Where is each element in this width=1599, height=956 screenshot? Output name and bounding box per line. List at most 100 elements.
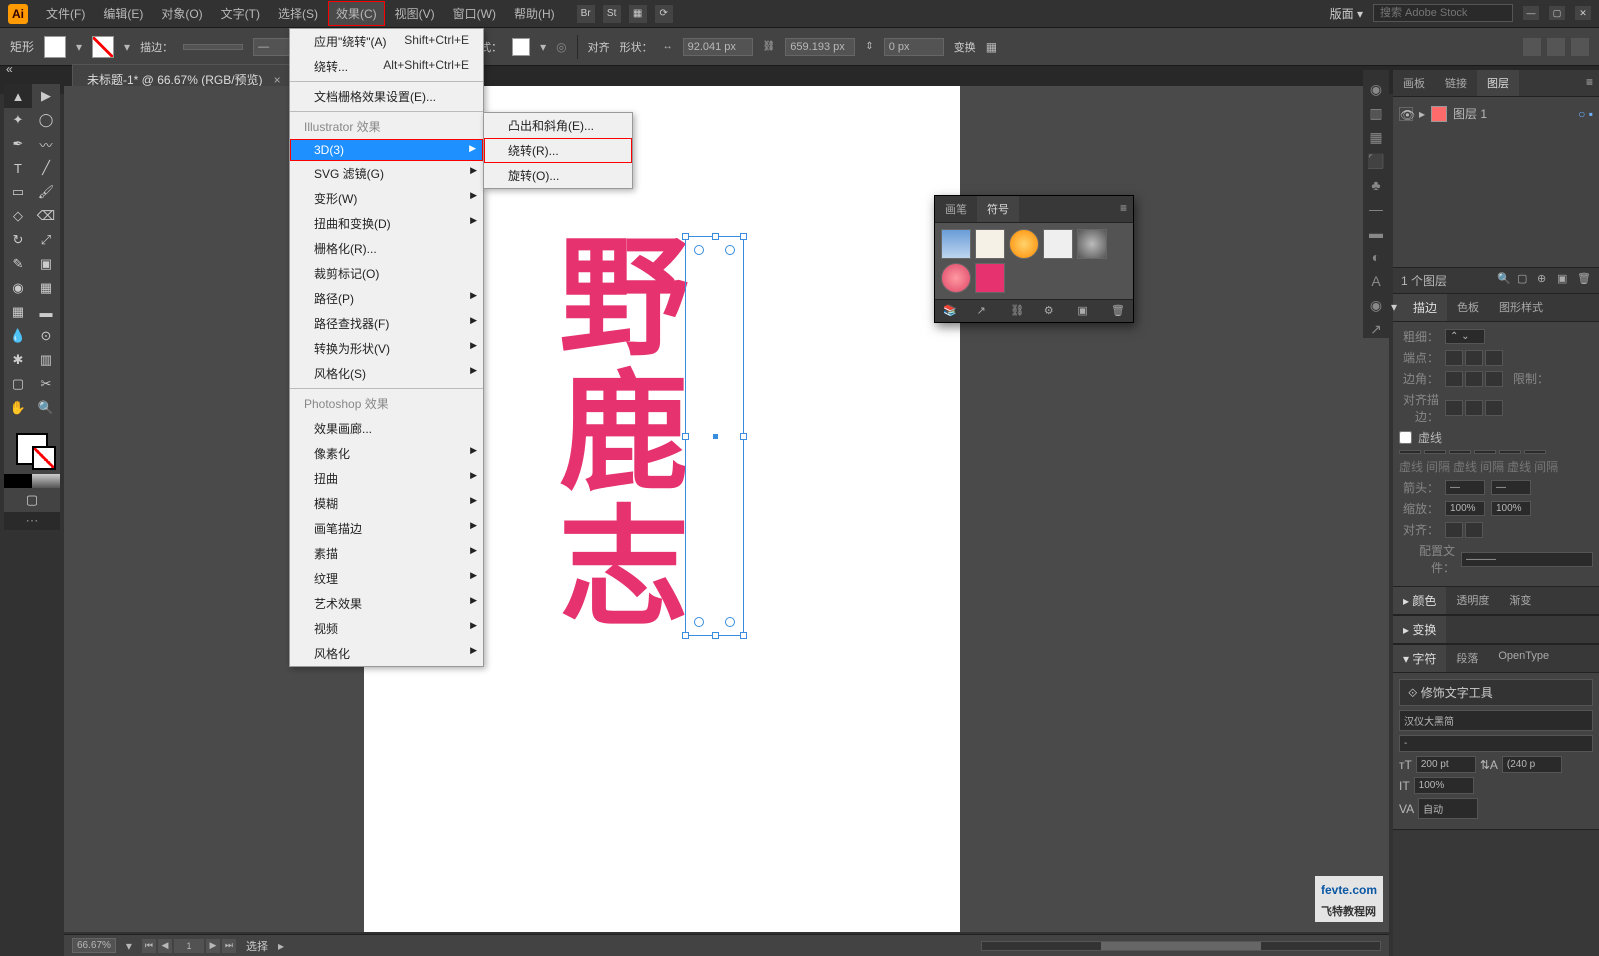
transparency-tab[interactable]: 透明度 [1446,587,1499,614]
zoom-level-dropdown[interactable]: 66.67% [72,938,116,953]
fill-stroke-swatches[interactable] [4,424,60,474]
menuitem-effect-gallery[interactable]: 效果画廊... [290,416,483,441]
font-style-dropdown[interactable]: - [1399,735,1593,752]
handle-bottom-center[interactable] [712,632,719,639]
symbols-panel-icon[interactable]: ♣ [1367,176,1385,194]
menu-help[interactable]: 帮助(H) [506,1,563,26]
shaper-tool-icon[interactable]: ◇ [4,204,32,228]
free-transform-tool-icon[interactable]: ▣ [32,252,60,276]
font-family-dropdown[interactable]: 汉仪大黑简 [1399,710,1593,731]
menuitem-artistic[interactable]: 艺术效果▶ [290,591,483,616]
new-layer-icon[interactable]: ▣ [1557,272,1571,286]
menuitem-svg-filters[interactable]: SVG 滤镜(G)▶ [290,161,483,186]
menuitem-distort-ps[interactable]: 扭曲▶ [290,466,483,491]
isolate-icon[interactable]: ▦ [986,40,997,54]
menu-file[interactable]: 文件(F) [38,1,93,26]
layer-target-icon[interactable]: ○ ▪ [1578,107,1593,121]
gpu-icon[interactable]: ⟳ [655,5,673,23]
brushes-tab[interactable]: 画笔 [935,196,977,222]
y-position-input[interactable]: 659.193 px [785,38,855,56]
menuitem-blur[interactable]: 模糊▶ [290,491,483,516]
layers-tab[interactable]: 图层 [1477,70,1519,96]
transparency-panel-icon[interactable]: ◐ [1367,248,1385,266]
tab-tear-icon[interactable]: « [6,62,13,76]
symbol-thumb-1[interactable] [941,229,971,259]
submenuitem-rotate[interactable]: 旋转(O)... [484,163,632,188]
symbol-thumb-3[interactable] [1009,229,1039,259]
align-label[interactable]: 对齐 [588,39,610,55]
gradient-panel-icon[interactable]: ▬ [1367,224,1385,242]
paragraph-tab[interactable]: 段落 [1446,645,1488,672]
stroke-indicator[interactable] [32,446,56,470]
menuitem-stylize-ai[interactable]: 风格化(S)▶ [290,361,483,386]
ctrl-icon-1[interactable] [1523,38,1541,56]
menuitem-distort-transform[interactable]: 扭曲和变换(D)▶ [290,211,483,236]
paintbrush-tool-icon[interactable]: 🖌 [32,180,60,204]
brushes-panel-icon[interactable]: ⬛ [1367,152,1385,170]
make-clipping-icon[interactable]: ▢ [1517,272,1531,286]
menuitem-brush-strokes[interactable]: 画笔描边▶ [290,516,483,541]
menu-type[interactable]: 文字(T) [213,1,268,26]
symbol-sprayer-tool-icon[interactable]: ✱ [4,348,32,372]
x-position-input[interactable]: 92.041 px [683,38,753,56]
gap-3-input[interactable] [1524,450,1546,454]
menuitem-revolve[interactable]: 绕转...Alt+Shift+Ctrl+E [290,54,483,79]
handle-top-center[interactable] [712,233,719,240]
handle-top-left[interactable] [682,233,689,240]
recolor-icon[interactable]: ◎ [556,40,566,54]
pen-tool-icon[interactable]: ✒ [4,132,32,156]
symbol-thumb-4[interactable] [1043,229,1073,259]
arrow-scale-end-input[interactable]: 100% [1491,501,1531,516]
mesh-tool-icon[interactable]: ▦ [4,300,32,324]
symbol-thumb-7[interactable] [975,263,1005,293]
stroke-weight-input[interactable] [183,44,243,50]
menuitem-apply-last-effect[interactable]: 应用"绕转"(A)Shift+Ctrl+E [290,29,483,54]
symbol-options-icon[interactable]: ⚙ [1044,304,1058,318]
selection-tool-icon[interactable]: ▲ [4,84,32,108]
locate-object-icon[interactable]: 🔍 [1497,272,1511,286]
bridge-icon[interactable]: Br [577,5,595,23]
arrow-end-dropdown[interactable]: — [1491,480,1531,495]
handle-bottom-left[interactable] [682,632,689,639]
menuitem-pathfinder[interactable]: 路径查找器(F)▶ [290,311,483,336]
artboard-nav[interactable]: ⏮ ◀ 1 ▶ ⏭ [142,939,236,953]
gap-2-input[interactable] [1474,450,1496,454]
artboard-text-object[interactable]: 野 鹿 志 [559,231,691,637]
window-minimize-icon[interactable]: — [1523,6,1539,20]
submenuitem-extrude-bevel[interactable]: 凸出和斜角(E)... [484,113,632,138]
handle-mid-left[interactable] [682,433,689,440]
color-panel-icon[interactable]: ◉ [1367,80,1385,98]
type-tool-icon[interactable]: T [4,156,32,180]
layers-panel-menu-icon[interactable]: ≡ [1580,70,1599,96]
font-size-input[interactable]: 200 pt [1416,756,1476,773]
menuitem-cropmarks[interactable]: 裁剪标记(O) [290,261,483,286]
layer-row[interactable]: 👁 ▸ 图层 1 ○ ▪ [1399,103,1593,124]
layer-name-label[interactable]: 图层 1 [1453,105,1487,122]
menuitem-convert-to-shape[interactable]: 转换为形状(V)▶ [290,336,483,361]
stroke-tab[interactable]: 描边 [1413,301,1437,315]
menuitem-path[interactable]: 路径(P)▶ [290,286,483,311]
window-maximize-icon[interactable]: ▢ [1549,6,1565,20]
color-panel-expand-icon[interactable]: ▸ [1403,594,1412,608]
hand-tool-icon[interactable]: ✋ [4,396,32,420]
corner-widget-tl-icon[interactable] [694,245,704,255]
slice-tool-icon[interactable]: ✂ [32,372,60,396]
stroke-cap-buttons[interactable] [1445,350,1503,366]
shape-builder-tool-icon[interactable]: ◉ [4,276,32,300]
arrow-align-buttons[interactable] [1445,522,1483,538]
stroke-corner-buttons[interactable] [1445,371,1503,387]
width-tool-icon[interactable]: ✎ [4,252,32,276]
canvas-area[interactable]: 野 鹿 志 [64,86,1389,932]
gradient-tab[interactable]: 渐变 [1499,587,1541,614]
constrain-icon[interactable]: ⇕ [865,41,873,52]
horizontal-scrollbar[interactable] [981,941,1381,951]
export-panel-icon[interactable]: ↗ [1367,320,1385,338]
rotate-tool-icon[interactable]: ↻ [4,228,32,252]
direct-selection-tool-icon[interactable]: ▶ [32,84,60,108]
lasso-tool-icon[interactable]: ◯ [32,108,60,132]
links-tab[interactable]: 链接 [1435,70,1477,96]
color-guide-panel-icon[interactable]: ▥ [1367,104,1385,122]
column-graph-tool-icon[interactable]: ▥ [32,348,60,372]
menuitem-stylize-ps[interactable]: 风格化▶ [290,641,483,666]
edit-toolbar-icon[interactable]: ⋯ [4,512,60,530]
